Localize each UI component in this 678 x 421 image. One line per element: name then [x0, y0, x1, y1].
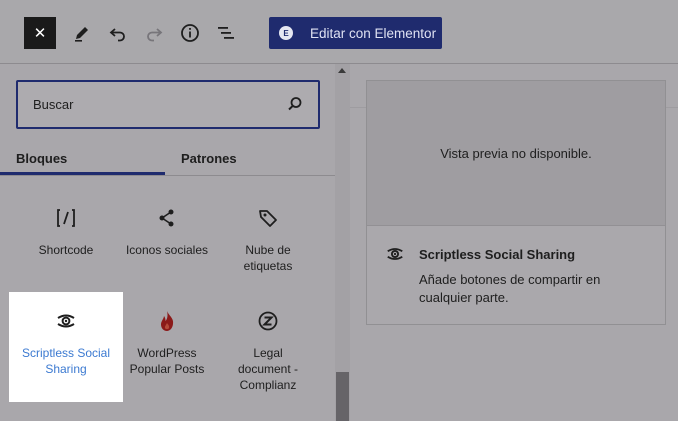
details-button[interactable]	[174, 17, 206, 49]
inserter-tabs: Bloques Patrones	[0, 140, 335, 176]
tab-blocks-label: Bloques	[16, 150, 68, 166]
block-label: Iconos sociales	[125, 243, 209, 257]
close-inserter-button[interactable]: ✕	[24, 17, 56, 49]
edit-tool-button[interactable]	[66, 17, 98, 49]
tab-blocks[interactable]: Bloques	[16, 140, 67, 176]
scriptless-icon	[387, 248, 403, 260]
info-icon	[181, 24, 199, 42]
block-label: Nube de etiquetas	[243, 243, 293, 273]
preview-placeholder-text: Vista previa no disponible.	[440, 145, 592, 161]
scriptless-icon	[57, 314, 75, 328]
block-shortcode[interactable]: Shortcode	[9, 189, 123, 299]
block-label: Scriptless Social Sharing	[21, 346, 111, 376]
close-icon: ✕	[33, 25, 47, 42]
tag-icon	[259, 210, 277, 227]
edit-with-elementor-button[interactable]: E Editar con Elementor	[269, 17, 442, 49]
list-view-icon	[218, 27, 234, 39]
redo-button[interactable]	[138, 17, 170, 49]
block-legal-document-complianz[interactable]: Legal document - Complianz	[211, 292, 325, 402]
block-label: Legal document - Complianz	[237, 346, 299, 392]
tab-patterns[interactable]: Patrones	[181, 140, 237, 176]
active-tab-indicator	[0, 172, 165, 175]
search-icon	[288, 97, 302, 111]
tab-patterns-label: Patrones	[181, 150, 237, 166]
block-preview-card: Vista previa no disponible. Scriptless S…	[366, 80, 666, 325]
flame-icon	[161, 311, 174, 331]
inserter-scrollbar[interactable]	[335, 64, 350, 421]
share-icon	[159, 209, 174, 227]
shortcode-icon	[57, 209, 75, 227]
block-label: Shortcode	[38, 243, 94, 257]
complianz-icon	[258, 311, 278, 331]
pencil-icon	[75, 27, 88, 42]
block-label: WordPress Popular Posts	[129, 346, 205, 376]
block-tag-cloud[interactable]: Nube de etiquetas	[211, 189, 325, 299]
search-placeholder: Buscar	[33, 97, 74, 112]
preview-title: Scriptless Social Sharing	[419, 247, 576, 262]
elementor-icon: E	[279, 26, 293, 40]
preview-placeholder: Vista previa no disponible.	[367, 81, 665, 226]
redo-icon	[147, 28, 163, 42]
edit-with-elementor-label: Editar con Elementor	[310, 25, 437, 41]
editor-toolbar: ✕ E Editar con Elementor	[0, 0, 678, 64]
undo-icon	[109, 28, 125, 42]
block-social-icons[interactable]: Iconos sociales	[110, 189, 224, 299]
preview-description: Añade botones de compartir en cualquier …	[419, 272, 601, 305]
search-input[interactable]: Buscar	[16, 80, 320, 129]
block-wordpress-popular-posts[interactable]: WordPress Popular Posts	[110, 292, 224, 402]
block-scriptless-social-sharing[interactable]: Scriptless Social Sharing	[9, 292, 123, 402]
scroll-up-icon[interactable]	[338, 68, 346, 73]
undo-button[interactable]	[102, 17, 134, 49]
list-view-button[interactable]	[210, 17, 242, 49]
block-inserter-panel: Buscar Bloques Patrones Shortcode Iconos…	[0, 65, 335, 421]
scrollbar-thumb[interactable]	[336, 372, 349, 421]
